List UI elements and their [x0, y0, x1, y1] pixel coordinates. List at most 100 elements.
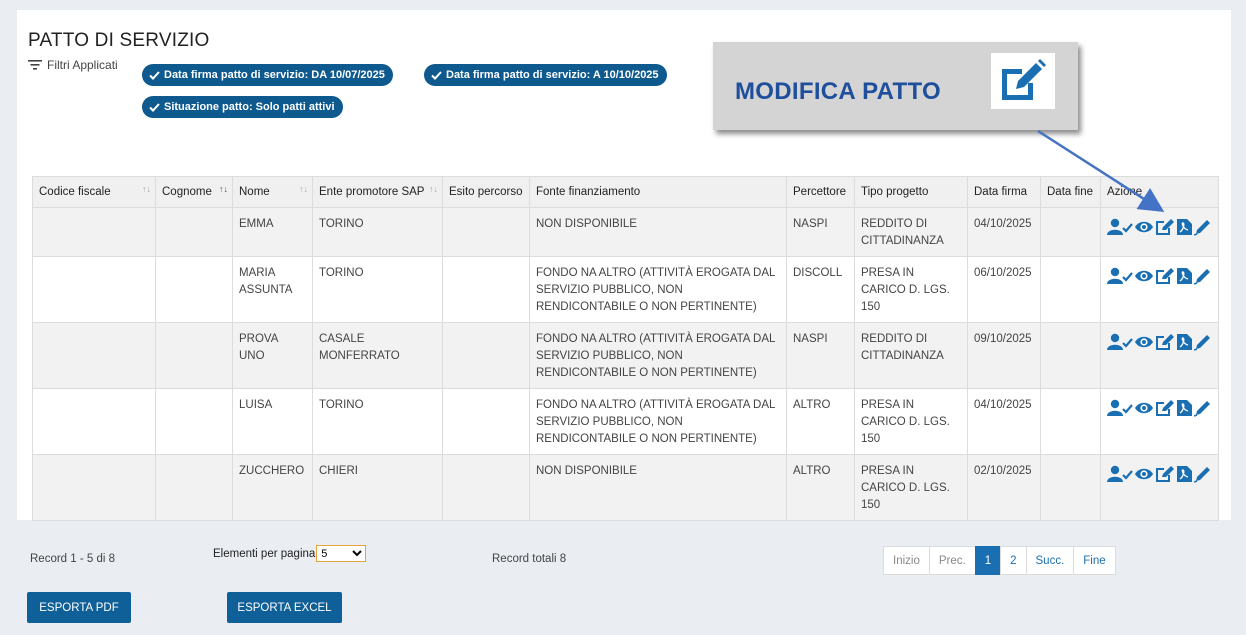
eye-icon[interactable]	[1134, 399, 1154, 417]
cell-percettore: ALTRO	[786, 454, 855, 521]
cell-esito	[442, 388, 530, 455]
callout-text: MODIFICA PATTO	[735, 78, 941, 105]
column-header-esito-percorso: Esito percorso	[442, 176, 530, 208]
sort-icon[interactable]: ↑↓	[429, 184, 438, 194]
pen-icon[interactable]	[1194, 267, 1212, 285]
edit-icon[interactable]	[1155, 218, 1175, 236]
sort-icon[interactable]: ↑↓	[142, 184, 151, 194]
table-row: EMMA TORINO NON DISPONIBILE NASPI REDDITO DI…	[32, 207, 1219, 257]
pen-icon[interactable]	[1194, 465, 1212, 483]
column-header-codice-fiscale[interactable]: Codice fiscale ↑↓	[32, 176, 156, 208]
filter-icon	[28, 60, 42, 70]
column-header-tipo-progetto: Tipo progetto	[854, 176, 968, 208]
cell-azione	[1100, 388, 1219, 455]
cell-fonte: FONDO NA ALTRO (ATTIVITÀ EROGATA DAL SER…	[529, 256, 787, 323]
pdf-icon[interactable]	[1176, 399, 1193, 417]
pagination: Inizio Prec. 1 2 Succ. Fine	[883, 546, 1116, 575]
sort-icon[interactable]: ↑↓	[299, 184, 308, 194]
cell-tipo: REDDITO DI CITTADINANZA	[854, 207, 968, 257]
pager-prev[interactable]: Prec.	[928, 546, 976, 575]
cell-data-fine	[1040, 388, 1101, 455]
eye-icon[interactable]	[1134, 218, 1154, 236]
per-page-label: Elementi per pagina	[213, 547, 316, 560]
filters-label: Filtri Applicati	[47, 58, 118, 72]
pager-page-2[interactable]: 2	[1000, 546, 1027, 575]
edit-icon[interactable]	[1155, 333, 1175, 351]
per-page-control: Elementi per pagina 5	[213, 545, 367, 562]
filter-chip-status[interactable]: Situazione patto: Solo patti attivi	[142, 96, 343, 118]
user-check-icon[interactable]	[1107, 465, 1133, 483]
chip-label: Data firma patto di servizio: A 10/10/20…	[446, 69, 659, 81]
cell-esito	[442, 322, 530, 389]
edit-icon[interactable]	[1155, 465, 1175, 483]
user-check-icon[interactable]	[1107, 399, 1133, 417]
sort-icon[interactable]: ↑↓	[219, 184, 228, 194]
column-header-data-fine: Data fine	[1040, 176, 1101, 208]
cell-codice	[32, 388, 156, 455]
export-pdf-button[interactable]: ESPORTA PDF	[27, 592, 131, 623]
cell-cognome	[155, 207, 233, 257]
pager-first[interactable]: Inizio	[883, 546, 930, 575]
column-header-percettore: Percettore	[786, 176, 855, 208]
table-row: MARIA ASSUNTA TORINO FONDO NA ALTRO (ATTIV…	[32, 256, 1219, 323]
edit-icon[interactable]	[1155, 399, 1175, 417]
cell-tipo: PRESA IN CARICO D. LGS. 150	[854, 454, 968, 521]
user-check-icon[interactable]	[1107, 218, 1133, 236]
chip-label: Data firma patto di servizio: DA 10/07/2…	[164, 69, 385, 81]
cell-ente: CHIERI	[312, 454, 443, 521]
cell-tipo: REDDITO DI CITTADINANZA	[854, 322, 968, 389]
page-title: PATTO DI SERVIZIO	[28, 30, 210, 51]
pdf-icon[interactable]	[1176, 218, 1193, 236]
pen-icon[interactable]	[1194, 333, 1212, 351]
filter-chip-date-from[interactable]: Data firma patto di servizio: DA 10/07/2…	[142, 64, 393, 86]
cell-nome: PROVA UNO	[232, 322, 313, 389]
edit-icon	[991, 53, 1055, 109]
cell-azione	[1100, 322, 1219, 389]
column-header-nome[interactable]: Nome ↑↓	[232, 176, 313, 208]
column-header-data-firma: Data firma	[967, 176, 1041, 208]
cell-data-fine	[1040, 256, 1101, 323]
filters-applied[interactable]: Filtri Applicati	[28, 58, 118, 72]
pen-icon[interactable]	[1194, 399, 1212, 417]
cell-codice	[32, 454, 156, 521]
table-row: ZUCCHERO CHIERI NON DISPONIBILE ALTRO PRESA …	[32, 454, 1219, 521]
cell-cognome	[155, 256, 233, 323]
cell-fonte: NON DISPONIBILE	[529, 454, 787, 521]
pen-icon[interactable]	[1194, 218, 1212, 236]
cell-data-fine	[1040, 454, 1101, 521]
export-excel-button[interactable]: ESPORTA EXCEL	[227, 592, 342, 623]
pdf-icon[interactable]	[1176, 465, 1193, 483]
pdf-icon[interactable]	[1176, 267, 1193, 285]
pager-page-1[interactable]: 1	[974, 546, 1002, 575]
cell-percettore: ALTRO	[786, 388, 855, 455]
cell-percettore: NASPI	[786, 322, 855, 389]
cell-ente: TORINO	[312, 388, 443, 455]
cell-percettore: NASPI	[786, 207, 855, 257]
table-row: LUISA TORINO FONDO NA ALTRO (ATTIVITÀ EROG…	[32, 388, 1219, 455]
pager-last[interactable]: Fine	[1073, 546, 1116, 575]
cell-azione	[1100, 454, 1219, 521]
edit-icon[interactable]	[1155, 267, 1175, 285]
filter-chip-date-to[interactable]: Data firma patto di servizio: A 10/10/20…	[424, 64, 667, 86]
cell-fonte: FONDO NA ALTRO (ATTIVITÀ EROGATA DAL SER…	[529, 388, 787, 455]
check-icon	[149, 102, 160, 112]
user-check-icon[interactable]	[1107, 267, 1133, 285]
cell-fonte: FONDO NA ALTRO (ATTIVITÀ EROGATA DAL SER…	[529, 322, 787, 389]
column-header-fonte-finanziamento: Fonte finanziamento	[529, 176, 787, 208]
cell-data-firma: 04/10/2025	[967, 207, 1041, 257]
total-records: Record totali 8	[492, 553, 567, 565]
chip-label: Situazione patto: Solo patti attivi	[164, 101, 335, 113]
cell-codice	[32, 322, 156, 389]
pdf-icon[interactable]	[1176, 333, 1193, 351]
eye-icon[interactable]	[1134, 333, 1154, 351]
cell-cognome	[155, 454, 233, 521]
per-page-select[interactable]: 5	[316, 545, 367, 562]
eye-icon[interactable]	[1134, 267, 1154, 285]
eye-icon[interactable]	[1134, 465, 1154, 483]
user-check-icon[interactable]	[1107, 333, 1133, 351]
cell-nome: EMMA	[232, 207, 313, 257]
column-header-ente-promotore[interactable]: Ente promotore SAP ↑↓	[312, 176, 443, 208]
column-header-cognome[interactable]: Cognome ↑↓	[155, 176, 233, 208]
pager-next[interactable]: Succ.	[1025, 546, 1075, 575]
cell-cognome	[155, 322, 233, 389]
